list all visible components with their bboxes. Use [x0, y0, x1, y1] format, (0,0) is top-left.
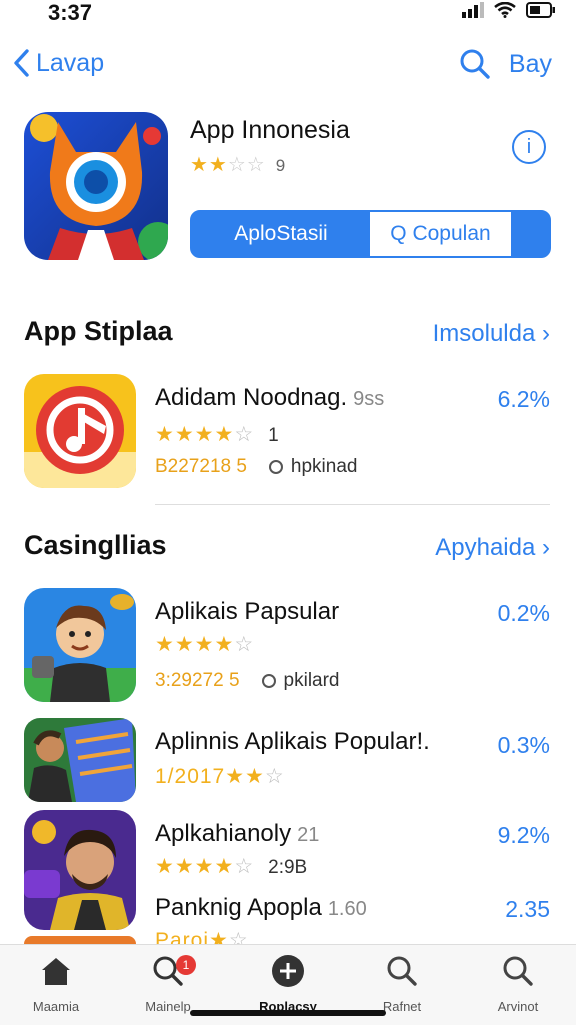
stars-filled: 1/2017★★ [155, 765, 265, 788]
tab-label: Arvinot [497, 999, 539, 1014]
segment-inactive[interactable]: Q Copulan [370, 212, 511, 256]
app-name[interactable]: Aplkahianoly 21 [155, 820, 319, 848]
app-name[interactable]: Adidam Noodnag. 9ss [155, 384, 384, 412]
rating-count: 9 [275, 156, 287, 175]
app-tag-label: hpkinad [290, 456, 358, 477]
app-tag: hpkinad [268, 456, 358, 478]
featured-app-icon[interactable] [24, 112, 168, 260]
section-title: App Stiplaa [24, 316, 173, 346]
app-icon[interactable] [24, 374, 136, 488]
see-all-link[interactable]: Imsolulda › [433, 320, 550, 348]
app-icon[interactable] [24, 810, 136, 930]
app-name-suffix: 21 [297, 824, 320, 846]
app-code: 3:29272 5 [155, 670, 240, 691]
download-icon [268, 460, 283, 474]
app-rating: Paroi★☆ [155, 928, 249, 944]
section-title: Casingllias [24, 530, 167, 560]
stars-filled: Paroi★ [155, 929, 229, 944]
search-icon [503, 956, 533, 986]
app-name-suffix: 1.60 [327, 898, 367, 920]
app-percentage: 0.3% [497, 732, 550, 758]
stars-filled: ★★ [190, 154, 228, 176]
app-meta: 3:29272 5 pkilard [155, 670, 340, 692]
battery-icon [526, 2, 555, 18]
app-name-label: Adidam Noodnag. [155, 384, 348, 411]
chevron-left-icon [14, 49, 29, 77]
stars-empty: ☆ [264, 765, 285, 788]
tab-search-2[interactable]: Rafnet [352, 953, 452, 1014]
tab-search[interactable]: 1 Mainelp [118, 953, 218, 1014]
app-percentage: 0.2% [497, 600, 550, 626]
app-tag: pkilard [261, 670, 340, 692]
info-icon: i [526, 135, 532, 158]
app-rating: ★★★★☆ 2:9B [155, 854, 307, 879]
app-name[interactable]: Panknig Apopla 1.60 [155, 894, 367, 922]
tab-home[interactable]: Maamia [6, 953, 106, 1014]
home-indicator [190, 1010, 386, 1016]
app-rating: ★★★★☆ [155, 632, 254, 657]
see-all-label: Imsolulda [432, 320, 536, 347]
search-icon[interactable] [459, 48, 491, 80]
app-icon[interactable] [24, 588, 136, 702]
app-code: B227218 5 [155, 456, 247, 477]
signal-icon [462, 2, 484, 18]
status-time: 3:37 [48, 0, 93, 25]
rating-count: 2:9B [268, 857, 308, 878]
app-icon[interactable] [24, 936, 136, 944]
tab-label: Maamia [32, 999, 80, 1014]
stars-empty: ☆ [234, 633, 255, 656]
notification-badge: 1 [176, 955, 196, 975]
wifi-icon [494, 2, 516, 18]
app-meta: B227218 5 hpkinad [155, 456, 357, 478]
nav-right-button[interactable]: Bay [509, 50, 552, 79]
app-rating: ★★★★☆ 1 [155, 422, 279, 447]
stars-empty: ☆☆ [227, 154, 266, 176]
search-icon [387, 956, 417, 986]
featured-app-title[interactable]: App Innonesia [190, 116, 350, 145]
stars-empty: ☆ [228, 929, 249, 944]
see-all-label: Apyhaida [435, 534, 536, 561]
home-icon [42, 958, 70, 985]
stars-empty: ☆ [234, 855, 255, 878]
status-icons [462, 2, 556, 18]
stars-filled: ★★★★ [155, 855, 235, 878]
stars-empty: ☆ [234, 423, 255, 446]
back-label: Lavap [36, 48, 105, 77]
back-button[interactable]: Lavap [12, 48, 104, 78]
app-percentage: 9.2% [497, 822, 550, 848]
app-percentage: 6.2% [497, 386, 550, 412]
app-name[interactable]: Aplikais Papsular [155, 598, 339, 626]
app-rating: 1/2017★★☆ [155, 764, 285, 789]
download-icon [261, 674, 276, 688]
status-bar: 3:37 [0, 0, 576, 30]
app-name-label: Aplkahianoly [155, 820, 292, 847]
segmented-control: AploStasii Q Copulan [190, 210, 551, 258]
app-icon[interactable] [24, 718, 136, 802]
tab-add[interactable]: Roplacsy [238, 953, 338, 1014]
nav-right: Bay [459, 48, 552, 80]
segment-active[interactable]: AploStasii [192, 212, 370, 256]
see-all-link[interactable]: Apyhaida › [435, 534, 550, 562]
featured-app-rating: ★★☆☆ 9 [190, 152, 286, 177]
plus-icon [272, 955, 304, 987]
app-name-label: Panknig Apopla [155, 894, 322, 921]
stars-filled: ★★★★ [155, 633, 235, 656]
app-name-suffix: 9ss [353, 388, 385, 410]
divider [155, 504, 550, 505]
rating-count: 1 [268, 425, 279, 446]
app-percentage: 2.35 [505, 896, 550, 922]
tab-search-3[interactable]: Arvinot [468, 953, 568, 1014]
info-button[interactable]: i [512, 130, 546, 164]
app-name[interactable]: Aplinnis Aplikais Popular!. [155, 728, 430, 756]
stars-filled: ★★★★ [155, 423, 235, 446]
app-tag-label: pkilard [283, 670, 340, 691]
navigation-bar: Lavap Bay [0, 48, 576, 92]
